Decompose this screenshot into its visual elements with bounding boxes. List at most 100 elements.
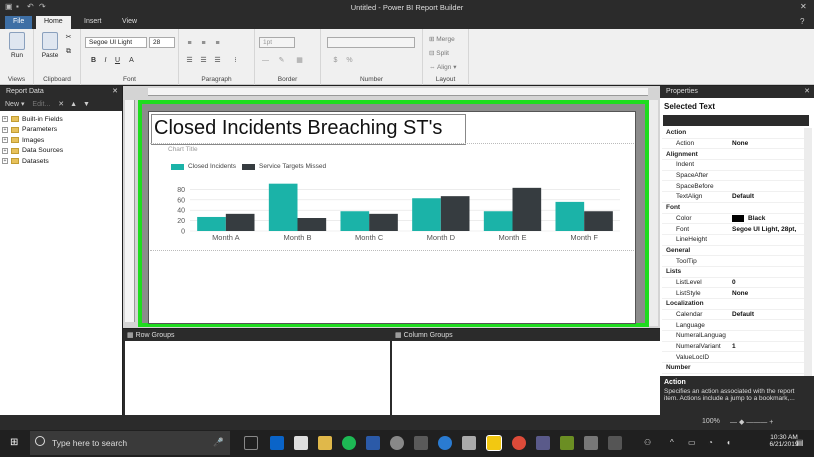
font-name-combo[interactable]: Segoe UI Light (85, 37, 147, 48)
align-middle-icon[interactable]: ≡ (199, 39, 208, 48)
expand-icon[interactable]: + (2, 126, 8, 133)
property-row[interactable]: Indent (662, 160, 804, 171)
file-explorer-icon[interactable] (318, 436, 332, 450)
new-button[interactable]: New (5, 101, 19, 108)
property-value[interactable]: Default (728, 311, 804, 318)
tab-file[interactable]: File (5, 16, 33, 29)
bold-button[interactable]: B (89, 56, 98, 65)
taskbar-search[interactable]: Type here to search 🎤 (30, 431, 230, 455)
number-format-combo[interactable] (327, 37, 415, 48)
percent-icon[interactable]: % (345, 56, 354, 65)
tab-insert[interactable]: Insert (76, 16, 110, 29)
power-bi-report-builder-icon[interactable] (486, 435, 502, 451)
canvas-vertical-scrollbar[interactable] (649, 100, 658, 326)
move-down-icon[interactable]: ▼ (83, 101, 90, 108)
app-icon[interactable] (560, 436, 574, 450)
property-value[interactable]: None (728, 140, 804, 147)
font-size-combo[interactable]: 28 (149, 37, 175, 48)
property-row[interactable]: SpaceBefore (662, 181, 804, 193)
app-icon[interactable] (390, 436, 404, 450)
expand-icon[interactable]: + (2, 137, 8, 144)
align-left-icon[interactable]: ☰ (185, 56, 194, 65)
split-button[interactable]: ⊟ Split (429, 49, 449, 57)
close-panel-icon[interactable]: ✕ (804, 87, 810, 95)
font-color-button[interactable]: A (127, 56, 136, 65)
align-right-icon[interactable]: ☰ (213, 56, 222, 65)
property-category[interactable]: Action (662, 128, 804, 139)
property-row[interactable]: ValueLocID (662, 352, 804, 364)
property-row[interactable]: Font Segoe UI Light, 28pt, (662, 224, 804, 235)
cut-icon[interactable]: ✂ (64, 33, 73, 42)
app-icon[interactable] (536, 436, 550, 450)
app-icon[interactable] (462, 436, 476, 450)
currency-icon[interactable]: $ (331, 56, 340, 65)
app-icon[interactable] (608, 436, 622, 450)
tree-item[interactable]: + Built-in Fields (2, 114, 63, 125)
app-icon[interactable] (414, 436, 428, 450)
copy-icon[interactable]: ⧉ (64, 47, 73, 56)
property-row[interactable]: Color Black (662, 214, 804, 225)
property-row[interactable]: Language (662, 320, 804, 332)
microphone-icon[interactable]: 🎤 (213, 437, 224, 448)
property-row[interactable]: NumeralLanguag (662, 331, 804, 342)
property-value[interactable]: Black (728, 214, 804, 222)
property-category[interactable]: Localization (662, 299, 804, 310)
border-width-combo[interactable]: 1pt (259, 37, 295, 48)
align-center-icon[interactable]: ☰ (199, 56, 208, 65)
underline-button[interactable]: U (113, 56, 122, 65)
property-row[interactable]: SpaceAfter (662, 171, 804, 182)
people-icon[interactable]: ⚇ (644, 438, 651, 447)
chart-title[interactable]: Chart Title (168, 146, 198, 153)
property-value[interactable]: Default (728, 193, 804, 200)
property-row[interactable]: ToolTip (662, 256, 804, 267)
property-row[interactable]: TextAlign Default (662, 192, 804, 203)
move-up-icon[interactable]: ▲ (70, 101, 77, 108)
property-row[interactable]: Action None (662, 139, 804, 150)
tray-chevron-icon[interactable]: ^ (670, 438, 674, 447)
windows-start-icon[interactable]: ⊞ (10, 437, 18, 448)
property-row[interactable]: NumeralVariant 1 (662, 342, 804, 353)
properties-toolbar[interactable] (663, 115, 809, 126)
close-window-icon[interactable]: ✕ (800, 2, 807, 11)
edge-icon[interactable] (270, 436, 284, 450)
tree-item[interactable]: + Datasets (2, 156, 63, 167)
borders-icon[interactable]: ▦ (295, 56, 304, 65)
align-button[interactable]: ⇔ Align ▾ (429, 63, 457, 71)
edit-button[interactable]: Edit... (32, 101, 50, 108)
help-icon[interactable]: ? (800, 17, 804, 26)
property-value[interactable]: None (728, 290, 804, 297)
property-category[interactable]: Alignment (662, 149, 804, 161)
property-row[interactable]: ListStyle None (662, 288, 804, 299)
italic-button[interactable]: I (101, 56, 110, 65)
system-clock[interactable]: 10:30 AM 6/21/2019 (760, 434, 808, 448)
tab-home[interactable]: Home (36, 16, 71, 29)
expand-icon[interactable]: + (2, 116, 8, 123)
merge-button[interactable]: ⊞ Merge (429, 35, 455, 43)
zoom-level[interactable]: 100% (702, 418, 720, 425)
property-category[interactable]: Font (662, 203, 804, 214)
align-top-icon[interactable]: ≡ (185, 39, 194, 48)
expand-icon[interactable]: + (2, 158, 8, 165)
property-value[interactable]: 1 (728, 343, 804, 350)
task-view-icon[interactable] (244, 436, 258, 450)
border-color-icon[interactable]: ✎ (277, 56, 286, 65)
tree-item[interactable]: + Images (2, 135, 63, 146)
volume-icon[interactable]: ◖ (726, 438, 731, 447)
bullets-icon[interactable]: ⁝ (231, 56, 240, 65)
property-row[interactable]: Calendar Default (662, 310, 804, 321)
align-bottom-icon[interactable]: ≡ (213, 39, 222, 48)
property-category[interactable]: Number (662, 363, 804, 374)
app-icon[interactable] (584, 436, 598, 450)
property-category[interactable]: General (662, 246, 804, 257)
property-value[interactable]: 0 (728, 279, 804, 286)
property-category[interactable]: Lists (662, 267, 804, 278)
property-row[interactable]: ListLevel 0 (662, 278, 804, 289)
tree-item[interactable]: + Data Sources (2, 146, 63, 157)
delete-icon[interactable]: ✕ (58, 101, 64, 108)
chrome-icon[interactable] (512, 436, 526, 450)
tree-item[interactable]: + Parameters (2, 125, 63, 136)
bluetooth-icon[interactable] (438, 436, 452, 450)
bar-chart[interactable]: 0 20 40 60 80 Month A Month B Month C Month D Mon… (168, 176, 628, 248)
close-panel-icon[interactable]: ✕ (112, 87, 118, 95)
spotify-icon[interactable] (342, 436, 356, 450)
